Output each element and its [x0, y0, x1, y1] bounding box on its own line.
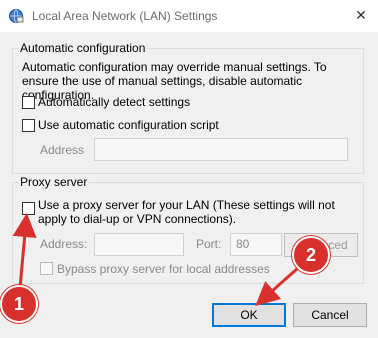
annotation-arrows [12, 213, 299, 306]
callout-1-arrow [12, 213, 37, 289]
callout-1-badge: 1 [0, 285, 38, 323]
callout-2-badge: 2 [292, 236, 330, 274]
callout-2-arrow [255, 266, 299, 306]
